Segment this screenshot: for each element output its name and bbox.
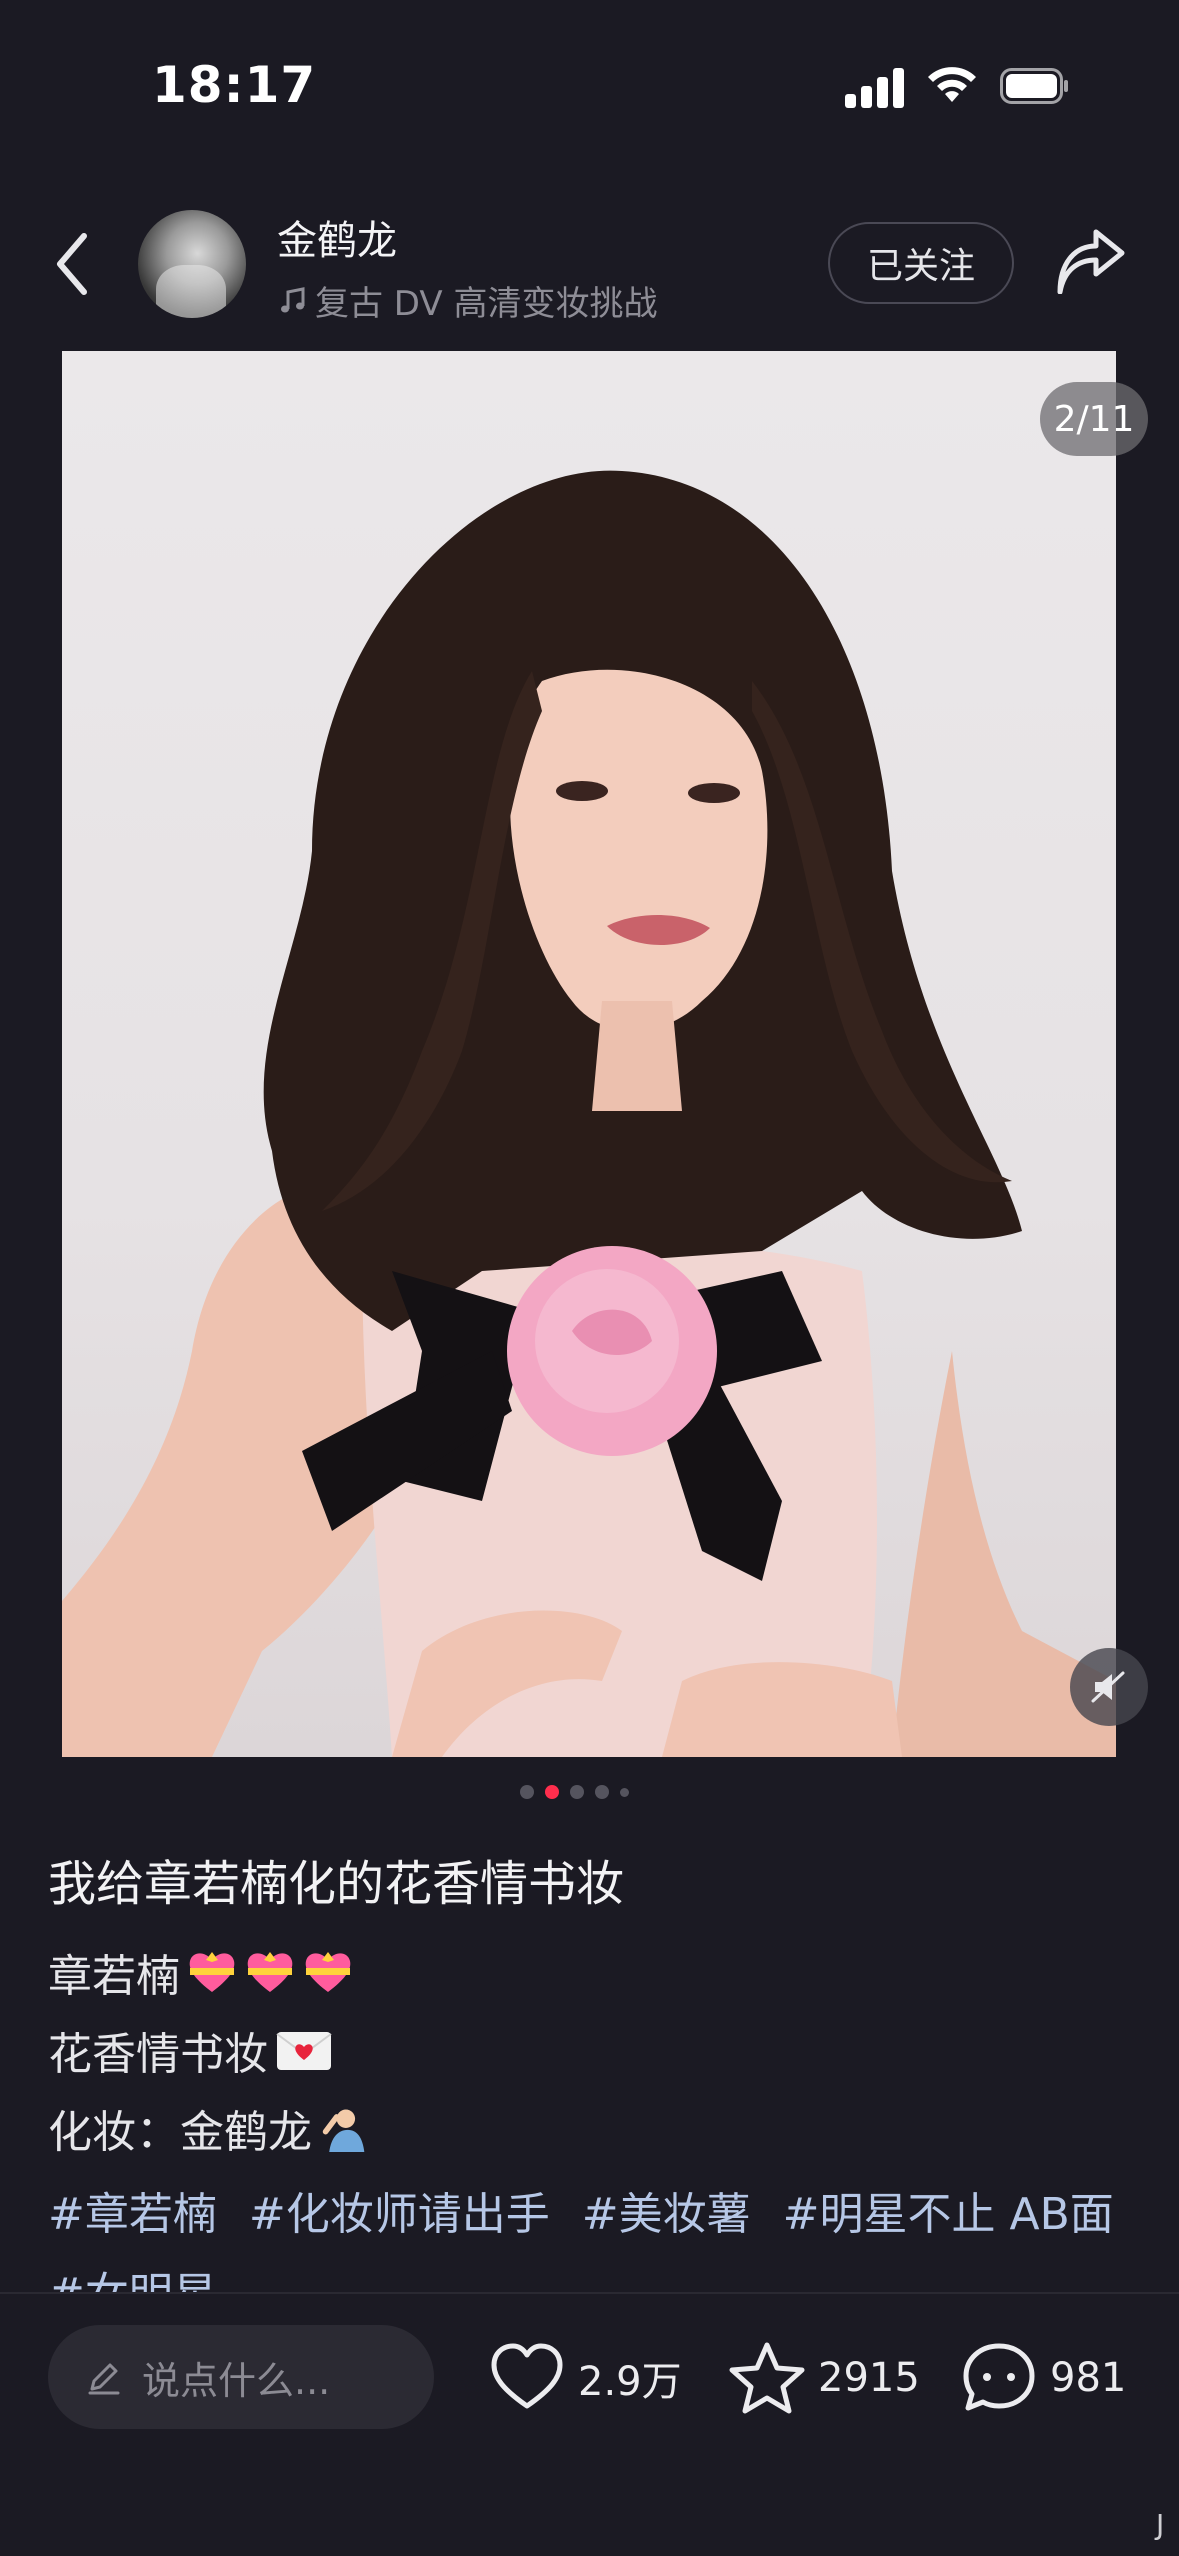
hashtag[interactable]: #明星不止 AB面 bbox=[783, 2189, 1114, 2240]
wifi-icon bbox=[928, 67, 976, 102]
music-note-icon bbox=[281, 286, 305, 312]
favorite-button[interactable]: 2915 bbox=[728, 2340, 920, 2416]
music-link[interactable]: 复古 DV 高清变妆挑战 bbox=[277, 276, 657, 325]
hashtag[interactable]: #化妆师请出手 bbox=[249, 2189, 550, 2240]
comment-input[interactable]: 说点什么... bbox=[48, 2325, 434, 2429]
share-icon[interactable] bbox=[1054, 228, 1128, 294]
comment-button[interactable]: 981 bbox=[960, 2340, 1126, 2416]
author-name[interactable]: 金鹤龙 bbox=[277, 208, 397, 266]
cursor-glyph: J bbox=[1156, 2508, 1165, 2541]
carousel-dot-active bbox=[545, 1785, 559, 1799]
post-line-3: 化妆：金鹤龙 bbox=[48, 2096, 370, 2160]
post-photo[interactable] bbox=[62, 351, 1116, 1757]
follow-button[interactable]: 已关注 bbox=[828, 222, 1014, 304]
post-line-3-text: 化妆：金鹤龙 bbox=[48, 2107, 312, 2158]
carousel-dot bbox=[520, 1785, 534, 1799]
post-line-2: 花香情书妆 bbox=[48, 2018, 334, 2082]
like-button[interactable]: 2.9万 bbox=[488, 2340, 682, 2416]
status-time: 18:17 bbox=[152, 56, 317, 114]
post-line-2-text: 花香情书妆 bbox=[48, 2029, 268, 2080]
pencil-icon bbox=[88, 2363, 120, 2395]
heart-gift-emoji-icon bbox=[305, 1952, 351, 1992]
back-icon[interactable] bbox=[52, 230, 92, 298]
heart-gift-emoji-icon bbox=[189, 1952, 235, 1992]
portrait-image bbox=[62, 470, 1116, 1757]
carousel-dot bbox=[595, 1785, 609, 1799]
person-emoji-icon bbox=[322, 2109, 365, 2152]
image-counter: 2/11 bbox=[1040, 382, 1148, 456]
post-line-1: 章若楠 bbox=[48, 1940, 354, 2004]
like-count: 2.9万 bbox=[578, 2359, 682, 2405]
comment-count: 981 bbox=[1050, 2355, 1127, 2401]
cellular-signal-icon bbox=[845, 66, 905, 108]
favorite-count: 2915 bbox=[818, 2355, 920, 2401]
hashtag[interactable]: #章若楠 bbox=[48, 2189, 217, 2240]
heart-gift-emoji-icon bbox=[247, 1952, 293, 1992]
music-title: 复古 DV 高清变妆挑战 bbox=[315, 284, 658, 324]
carousel-dot bbox=[570, 1785, 584, 1799]
love-letter-emoji-icon bbox=[276, 2032, 332, 2070]
post-line-1-text: 章若楠 bbox=[48, 1951, 180, 2002]
avatar[interactable] bbox=[138, 210, 246, 318]
comment-placeholder: 说点什么... bbox=[142, 2358, 331, 2403]
carousel-indicator bbox=[520, 1785, 629, 1799]
battery-icon bbox=[1000, 68, 1068, 104]
mute-button[interactable] bbox=[1070, 1648, 1148, 1726]
post-title: 我给章若楠化的花香情书妆 bbox=[48, 1856, 625, 1912]
divider bbox=[0, 2292, 1179, 2294]
hashtag[interactable]: #美妆薯 bbox=[582, 2189, 751, 2240]
heart-icon bbox=[491, 2343, 563, 2409]
carousel-dot bbox=[620, 1787, 629, 1797]
star-icon bbox=[729, 2342, 805, 2414]
mute-icon bbox=[1091, 1671, 1125, 1703]
comment-icon bbox=[963, 2343, 1035, 2411]
